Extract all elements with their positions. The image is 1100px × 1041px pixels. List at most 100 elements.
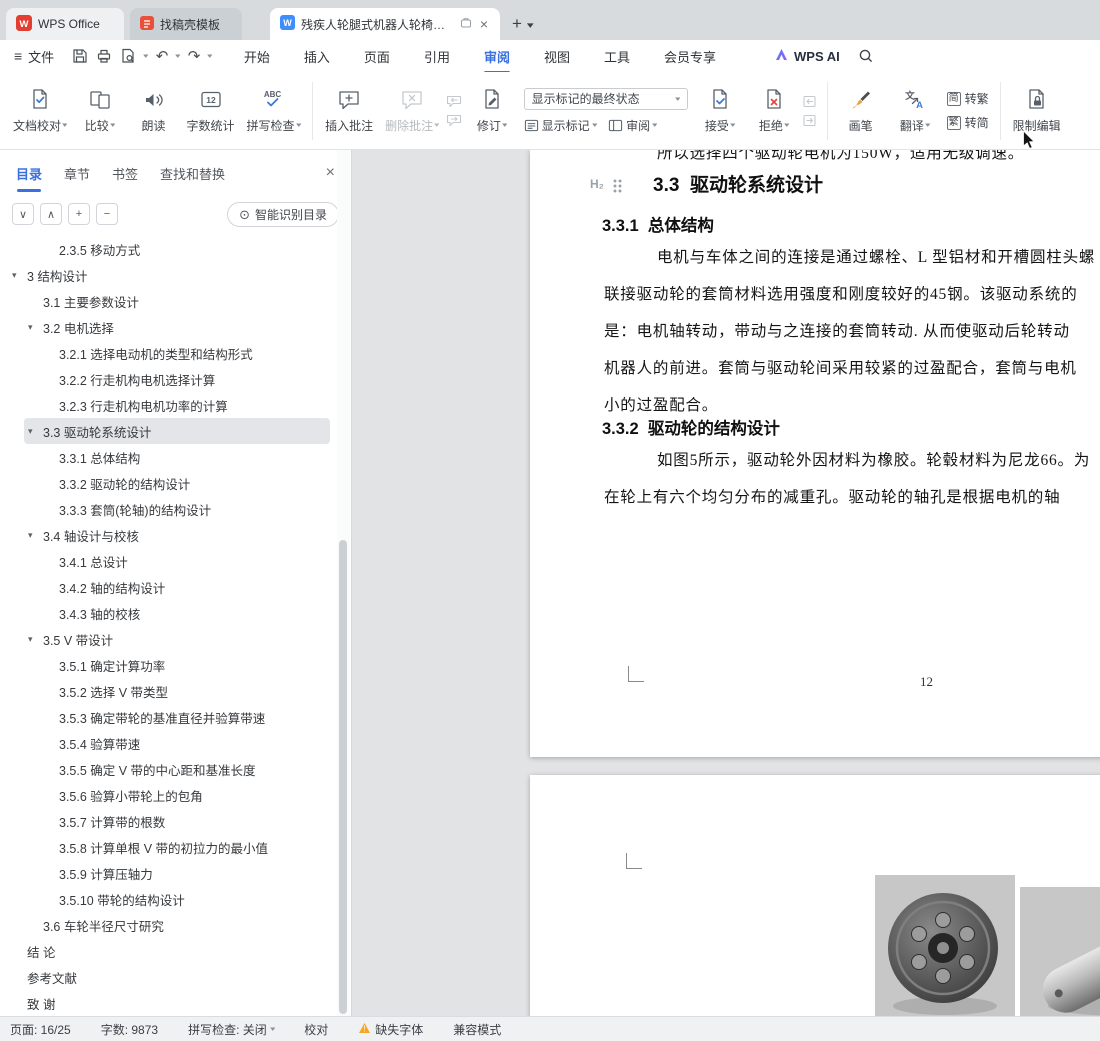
missing-font-warning[interactable]: ! 缺失字体 xyxy=(358,1021,423,1038)
previous-change-icon[interactable] xyxy=(802,95,820,108)
drag-handle-icon[interactable] xyxy=(613,179,623,194)
chevron-down-icon[interactable]: ▾ xyxy=(207,52,212,60)
toc-item[interactable]: 3.5.8 计算单根 V 带的初拉力的最小值 xyxy=(0,834,336,860)
smart-toc-button[interactable]: ⊙ 智能识别目录 xyxy=(227,201,339,227)
menu-tab-2[interactable]: 页面 xyxy=(362,47,392,66)
spell-check-status[interactable]: 拼写检查: 关闭 ▾ xyxy=(188,1021,275,1038)
to-traditional-button[interactable]: 简 转繁 xyxy=(946,90,989,107)
toc-item[interactable]: 2.3.5 移动方式 xyxy=(0,236,336,262)
toc-item[interactable]: 结 论 xyxy=(0,938,336,964)
toc-item[interactable]: 3.3.1 总体结构 xyxy=(0,444,336,470)
print-preview-icon[interactable] xyxy=(120,48,136,64)
menu-tab-5[interactable]: 视图 xyxy=(542,47,572,66)
toc-item[interactable]: 3.4.1 总设计 xyxy=(0,548,336,574)
spell-check-button[interactable]: ABC 拼写检查 ▾ xyxy=(242,78,306,144)
toc-item[interactable]: 3.2.3 行走机构电机功率的计算 xyxy=(0,392,336,418)
sidebar-tab-toc[interactable]: 目录 xyxy=(16,150,42,196)
menu-tab-0[interactable]: 开始 xyxy=(242,47,272,66)
word-count-button[interactable]: 12 字数统计 xyxy=(182,78,240,144)
word-count-status[interactable]: 字数: 9873 xyxy=(101,1021,158,1038)
scrollbar-thumb[interactable] xyxy=(339,540,347,1014)
toc-item[interactable]: ▾ 3.2 电机选择 xyxy=(0,314,336,340)
toc-collapse-icon[interactable]: ▾ xyxy=(28,634,43,645)
menu-tab-3[interactable]: 引用 xyxy=(422,47,452,66)
toc-expand-all-button[interactable]: + xyxy=(68,203,90,225)
toc-item[interactable]: 3.4.2 轴的结构设计 xyxy=(0,574,336,600)
search-icon[interactable] xyxy=(858,48,874,64)
menu-tab-6[interactable]: 工具 xyxy=(602,47,632,66)
chevron-down-icon[interactable]: ▾ xyxy=(175,52,180,60)
toc-item[interactable]: 3.5.7 计算带的根数 xyxy=(0,808,336,834)
toc-collapse-all-button[interactable]: − xyxy=(96,203,118,225)
toc-item[interactable]: 3.5.5 确定 V 带的中心距和基准长度 xyxy=(0,756,336,782)
toc-collapse-icon[interactable]: ▾ xyxy=(12,270,27,281)
toc-item[interactable]: ▾ 3.3 驱动轮系统设计 xyxy=(24,418,330,444)
tab-list-chevron-icon[interactable]: ▾ xyxy=(527,20,534,31)
close-sidebar-icon[interactable]: × xyxy=(326,164,335,182)
new-tab-button[interactable]: + xyxy=(512,14,522,34)
toc-collapse-icon[interactable]: ▾ xyxy=(28,530,43,541)
toc-item[interactable]: ▾ 3 结构设计 xyxy=(0,262,336,288)
next-comment-icon[interactable] xyxy=(446,114,464,127)
sidebar-scrollbar[interactable] xyxy=(337,150,350,1016)
toc-item[interactable]: 3.5.9 计算压轴力 xyxy=(0,860,336,886)
file-menu-button[interactable]: ≡ 文件 xyxy=(14,47,54,66)
toc-item[interactable]: ▾ 3.5 V 带设计 xyxy=(0,626,336,652)
toc-item[interactable]: 3.2.1 选择电动机的类型和结构形式 xyxy=(0,340,336,366)
toc-item[interactable]: 3.3.2 驱动轮的结构设计 xyxy=(0,470,336,496)
toc-item[interactable]: 3.2.2 行走机构电机选择计算 xyxy=(0,366,336,392)
accept-change-button[interactable]: 接受 ▾ xyxy=(694,78,746,144)
toc-item[interactable]: 3.5.6 验算小带轮上的包角 xyxy=(0,782,336,808)
toc-collapse-icon[interactable]: ▾ xyxy=(28,426,43,437)
menu-tab-7[interactable]: 会员专享 xyxy=(662,47,718,66)
toc-item[interactable]: 3.6 车轮半径尺寸研究 xyxy=(0,912,336,938)
toc-item[interactable]: 3.5.3 确定带轮的基准直径并验算带速 xyxy=(0,704,336,730)
read-aloud-button[interactable]: 朗读 xyxy=(128,78,180,144)
tab-active-document[interactable]: W 残疾人轮腿式机器人轮椅机械 × xyxy=(270,8,500,40)
review-pane-button[interactable]: 审阅 ▾ xyxy=(608,117,658,134)
toc-item[interactable]: 3.5.2 选择 V 带类型 xyxy=(0,678,336,704)
menu-tab-1[interactable]: 插入 xyxy=(302,47,332,66)
document-page-17[interactable] xyxy=(530,775,1100,1016)
insert-comment-button[interactable]: 插入批注 xyxy=(320,78,378,144)
toc-jump-up-button[interactable]: ∧ xyxy=(40,203,62,225)
proofread-status-button[interactable]: 校对 xyxy=(304,1021,328,1038)
toc-item[interactable]: 3.5.1 确定计算功率 xyxy=(0,652,336,678)
close-tab-icon[interactable]: × xyxy=(478,17,490,31)
reject-change-button[interactable]: 拒绝 ▾ xyxy=(748,78,800,144)
compatibility-mode-status[interactable]: 兼容模式 xyxy=(453,1021,501,1038)
toc-collapse-icon[interactable]: ▾ xyxy=(28,322,43,333)
print-icon[interactable] xyxy=(96,48,112,64)
toc-item[interactable]: 3.5.4 验算带速 xyxy=(0,730,336,756)
next-change-icon[interactable] xyxy=(802,114,820,127)
sidebar-tab-chapters[interactable]: 章节 xyxy=(64,150,90,196)
delete-comment-button[interactable]: 删除批注 ▾ xyxy=(380,78,444,144)
save-icon[interactable] xyxy=(72,48,88,64)
toc-item[interactable]: 致 谢 xyxy=(0,990,336,1016)
menu-tab-4[interactable]: 审阅 xyxy=(482,47,512,66)
sidebar-tab-find-replace[interactable]: 查找和替换 xyxy=(160,150,225,196)
previous-comment-icon[interactable] xyxy=(446,95,464,108)
pen-button[interactable]: 画笔 xyxy=(835,78,887,144)
toc-item[interactable]: 参考文献 xyxy=(0,964,336,990)
toc-item[interactable]: 3.4.3 轴的校核 xyxy=(0,600,336,626)
undo-icon[interactable]: ↶ xyxy=(156,49,169,64)
toc-item[interactable]: 3.1 主要参数设计 xyxy=(0,288,336,314)
document-area[interactable]: 所以选择四个驱动轮电机为150W，适用无级调速。 H₂ 3.3 驱动轮系统设计 … xyxy=(352,150,1100,1016)
to-simplified-button[interactable]: 繁 转简 xyxy=(946,114,989,131)
redo-icon[interactable]: ↷ xyxy=(188,49,201,64)
tab-wps-home[interactable]: W WPS Office xyxy=(6,8,124,40)
wps-ai-button[interactable]: WPS AI xyxy=(774,47,840,65)
chevron-down-icon[interactable]: ▾ xyxy=(143,52,148,60)
toc-item[interactable]: ▾ 3.4 轴设计与校核 xyxy=(0,522,336,548)
markup-state-select[interactable]: 显示标记的最终状态 ▾ xyxy=(523,87,688,110)
translate-button[interactable]: 文A 翻译 ▾ xyxy=(889,78,941,144)
toc-jump-down-button[interactable]: ∨ xyxy=(12,203,34,225)
show-markup-button[interactable]: 显示标记 ▾ xyxy=(524,117,597,134)
sidebar-tab-bookmarks[interactable]: 书签 xyxy=(112,150,138,196)
tab-template-doc[interactable]: 找稿壳模板 xyxy=(130,8,242,40)
doc-proofread-button[interactable]: 文档校对 ▾ xyxy=(8,78,72,144)
toc-item[interactable]: 3.5.10 带轮的结构设计 xyxy=(0,886,336,912)
track-changes-button[interactable]: 修订 ▾ xyxy=(466,78,518,144)
toc-item[interactable]: 3.3.3 套筒(轮轴)的结构设计 xyxy=(0,496,336,522)
